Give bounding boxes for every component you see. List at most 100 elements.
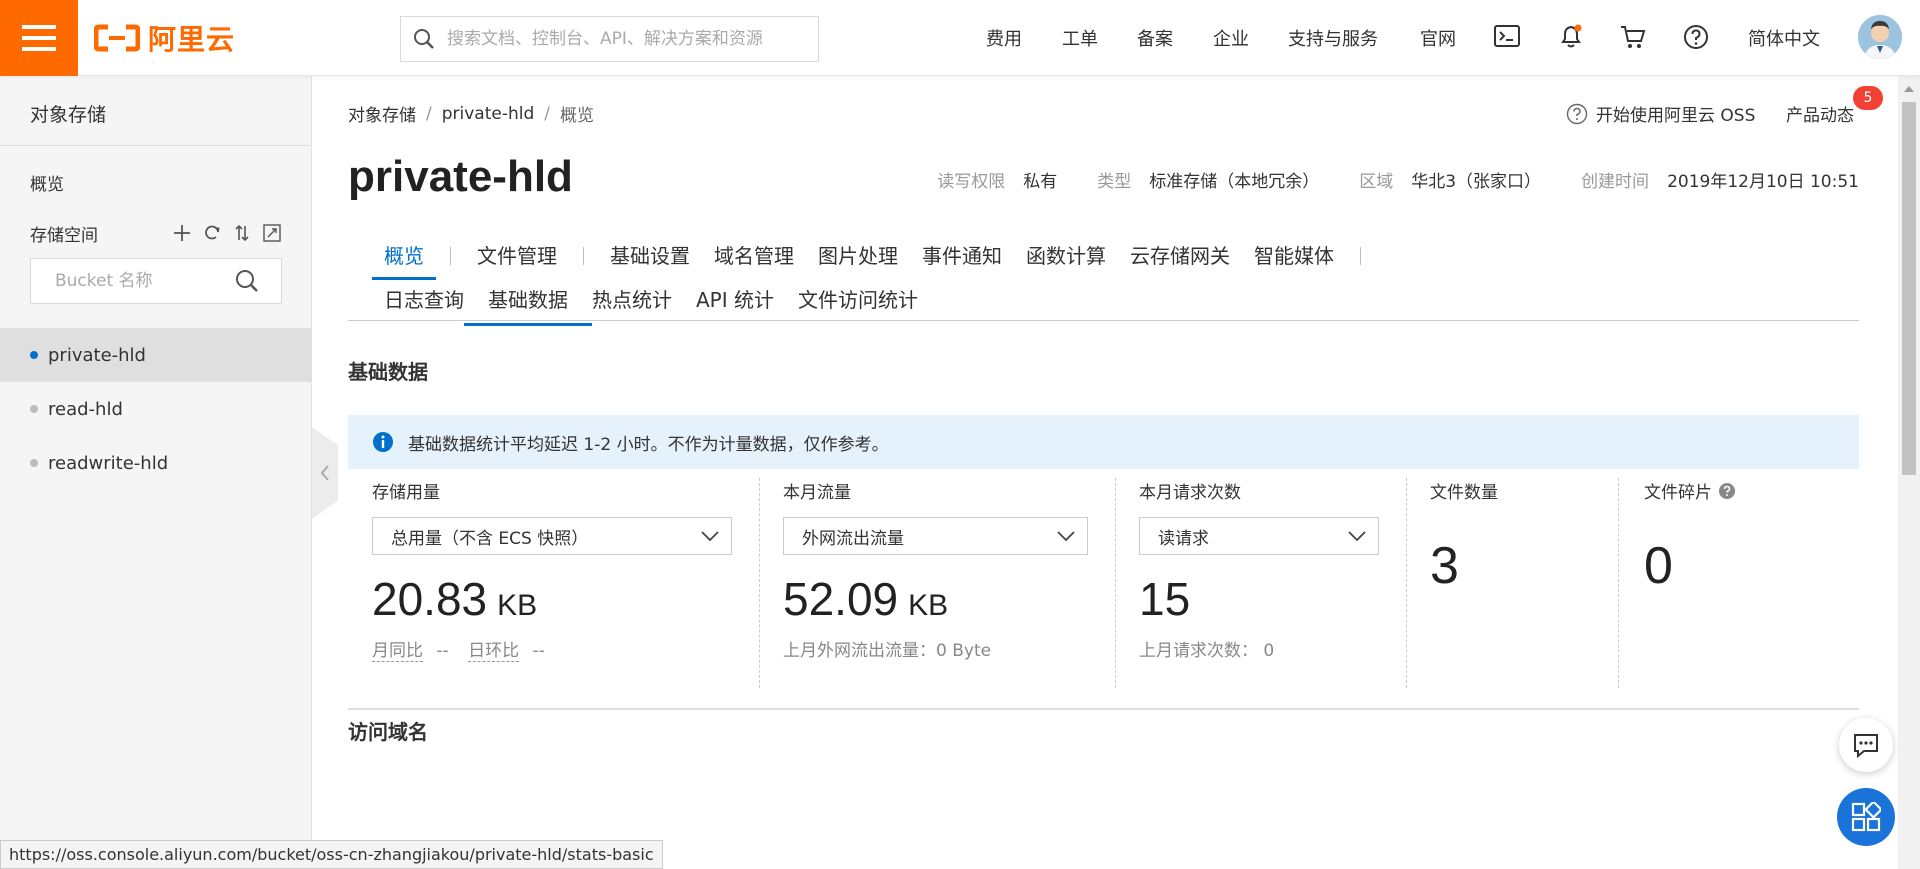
- tab-function-compute[interactable]: 函数计算: [1014, 236, 1118, 276]
- created-label: 创建时间: [1581, 172, 1650, 192]
- select-value: 读请求: [1158, 528, 1209, 549]
- expand-icon[interactable]: [263, 224, 281, 242]
- nav-icp[interactable]: 备案: [1137, 25, 1173, 51]
- tab-basic-data[interactable]: 基础数据: [464, 280, 592, 326]
- requests-sub: 上月请求次数： 0: [1139, 641, 1275, 661]
- hamburger-menu-button[interactable]: [0, 0, 78, 76]
- getting-started-link[interactable]: 开始使用阿里云 OSS: [1566, 101, 1755, 126]
- nav-fees[interactable]: 费用: [986, 25, 1022, 51]
- news-count-badge: 5: [1853, 86, 1883, 110]
- bell-icon[interactable]: [1558, 23, 1584, 49]
- metric-divider: [1406, 478, 1407, 688]
- tab-basic-settings[interactable]: 基础设置: [598, 236, 702, 276]
- breadcrumb-bucket[interactable]: private-hld: [442, 104, 535, 124]
- dod-label[interactable]: 日环比: [468, 641, 520, 662]
- help-icon[interactable]: [1683, 24, 1709, 50]
- tab-api-stats[interactable]: API 统计: [684, 280, 786, 320]
- refresh-icon[interactable]: [203, 224, 221, 242]
- tab-log-query[interactable]: 日志查询: [372, 280, 476, 320]
- chevron-down-icon: [1348, 531, 1366, 542]
- sort-icon[interactable]: [233, 224, 251, 242]
- product-news-link[interactable]: 产品动态: [1786, 101, 1854, 126]
- cart-icon[interactable]: [1620, 25, 1646, 49]
- breadcrumb-current: 概览: [560, 106, 594, 126]
- avatar[interactable]: [1858, 15, 1902, 59]
- bucket-name: read-hld: [48, 398, 123, 420]
- tab-hotspot-stats[interactable]: 热点统计: [580, 280, 684, 320]
- bucket-item-private-hld[interactable]: private-hld: [0, 328, 312, 382]
- bucket-item-readwrite-hld[interactable]: readwrite-hld: [0, 436, 312, 490]
- info-alert-text: 基础数据统计平均延迟 1-2 小时。不作为计量数据，仅作参考。: [408, 434, 889, 455]
- bucket-search-input[interactable]: [55, 271, 235, 291]
- mom-label[interactable]: 月同比: [372, 641, 423, 662]
- sidebar-item-overview[interactable]: 概览: [0, 146, 311, 214]
- fragments-value: 0: [1644, 537, 1673, 595]
- tab-row-primary: 概览 文件管理 基础设置 域名管理 图片处理 事件通知 函数计算 云存储网关 智…: [372, 236, 1375, 280]
- storage-type-select[interactable]: 总用量（不含 ECS 快照）: [372, 517, 732, 555]
- bucket-item-read-hld[interactable]: read-hld: [0, 382, 312, 436]
- global-search-input[interactable]: [447, 29, 777, 49]
- request-type-select[interactable]: 读请求: [1139, 517, 1379, 555]
- dot-icon: [30, 405, 38, 413]
- tab-domain-management[interactable]: 域名管理: [702, 236, 806, 276]
- nav-tickets[interactable]: 工单: [1062, 25, 1098, 51]
- aliyun-logo[interactable]: 阿里云: [94, 19, 235, 57]
- status-bar-url: https://oss.console.aliyun.com/bucket/os…: [0, 840, 663, 869]
- breadcrumb-oss[interactable]: 对象存储: [348, 101, 416, 126]
- metric-divider: [1115, 478, 1116, 688]
- acl-label: 读写权限: [937, 172, 1006, 192]
- storage-unit: KB: [497, 589, 538, 622]
- add-bucket-icon[interactable]: [173, 224, 191, 242]
- hamburger-icon: [22, 25, 56, 51]
- tab-event-notification[interactable]: 事件通知: [910, 236, 1014, 276]
- search-icon: [414, 29, 434, 49]
- type-label: 类型: [1097, 172, 1132, 192]
- tab-intelligent-media[interactable]: 智能媒体: [1242, 236, 1346, 276]
- tab-storage-gateway[interactable]: 云存储网关: [1118, 236, 1242, 276]
- tab-separator: [583, 247, 584, 265]
- tab-overview[interactable]: 概览: [372, 236, 436, 280]
- metric-files: 文件数量 3: [1430, 478, 1620, 688]
- traffic-type-select[interactable]: 外网流出流量: [783, 517, 1088, 555]
- chat-button[interactable]: [1839, 718, 1893, 772]
- chat-icon: [1854, 734, 1878, 758]
- sidebar: 对象存储 概览 存储空间 private-hld read-hld readwr…: [0, 76, 312, 869]
- metric-label: 文件碎片: [1644, 483, 1712, 503]
- chevron-left-icon: [320, 465, 329, 481]
- tab-separator: [1360, 247, 1361, 265]
- logo-text: 阿里云: [148, 23, 236, 56]
- terminal-icon[interactable]: [1494, 25, 1520, 47]
- scroll-thumb[interactable]: [1902, 102, 1916, 475]
- nav-official-site[interactable]: 官网: [1420, 25, 1456, 51]
- bucket-search[interactable]: [30, 258, 282, 304]
- type-value: 标准存储（本地冗余）: [1149, 172, 1320, 192]
- scrollbar[interactable]: [1898, 76, 1920, 869]
- nav-support[interactable]: 支持与服务: [1288, 25, 1378, 51]
- storage-space-label: 存储空间: [30, 225, 98, 246]
- tab-file-access-stats[interactable]: 文件访问统计: [786, 280, 930, 320]
- search-icon[interactable]: [235, 269, 259, 293]
- metric-requests: 本月请求次数 读请求 15 上月请求次数： 0: [1139, 478, 1379, 688]
- page-title: private-hld: [348, 152, 573, 201]
- language-switch[interactable]: 简体中文: [1748, 25, 1820, 51]
- app-grid-button[interactable]: [1837, 788, 1895, 846]
- sidebar-collapse-button[interactable]: [312, 427, 338, 519]
- top-bar: 阿里云 费用 工单 备案 企业 支持与服务 官网 简体中文: [0, 0, 1920, 76]
- tab-file-management[interactable]: 文件管理: [465, 236, 569, 276]
- chevron-down-icon: [1057, 531, 1075, 542]
- mom-value: --: [436, 641, 449, 661]
- section-title-domains: 访问域名: [348, 720, 428, 744]
- user-avatar-icon: [1858, 15, 1902, 59]
- bucket-name: readwrite-hld: [48, 452, 169, 474]
- metrics-panel: 存储用量 总用量（不含 ECS 快照） 20.83 KB 月同比 -- 日环比 -…: [348, 478, 1859, 688]
- active-dot-icon: [30, 351, 38, 359]
- question-icon[interactable]: [1718, 482, 1736, 500]
- breadcrumb-separator: /: [544, 103, 550, 124]
- metric-sub: 月同比 -- 日环比 --: [372, 636, 545, 662]
- scroll-up-icon[interactable]: [1898, 80, 1920, 98]
- nav-enterprise[interactable]: 企业: [1213, 25, 1249, 51]
- global-search[interactable]: [400, 16, 819, 62]
- metric-storage: 存储用量 总用量（不含 ECS 快照） 20.83 KB 月同比 -- 日环比 -…: [372, 478, 732, 688]
- breadcrumb: 对象存储 / private-hld / 概览: [348, 101, 594, 127]
- tab-image-processing[interactable]: 图片处理: [806, 236, 910, 276]
